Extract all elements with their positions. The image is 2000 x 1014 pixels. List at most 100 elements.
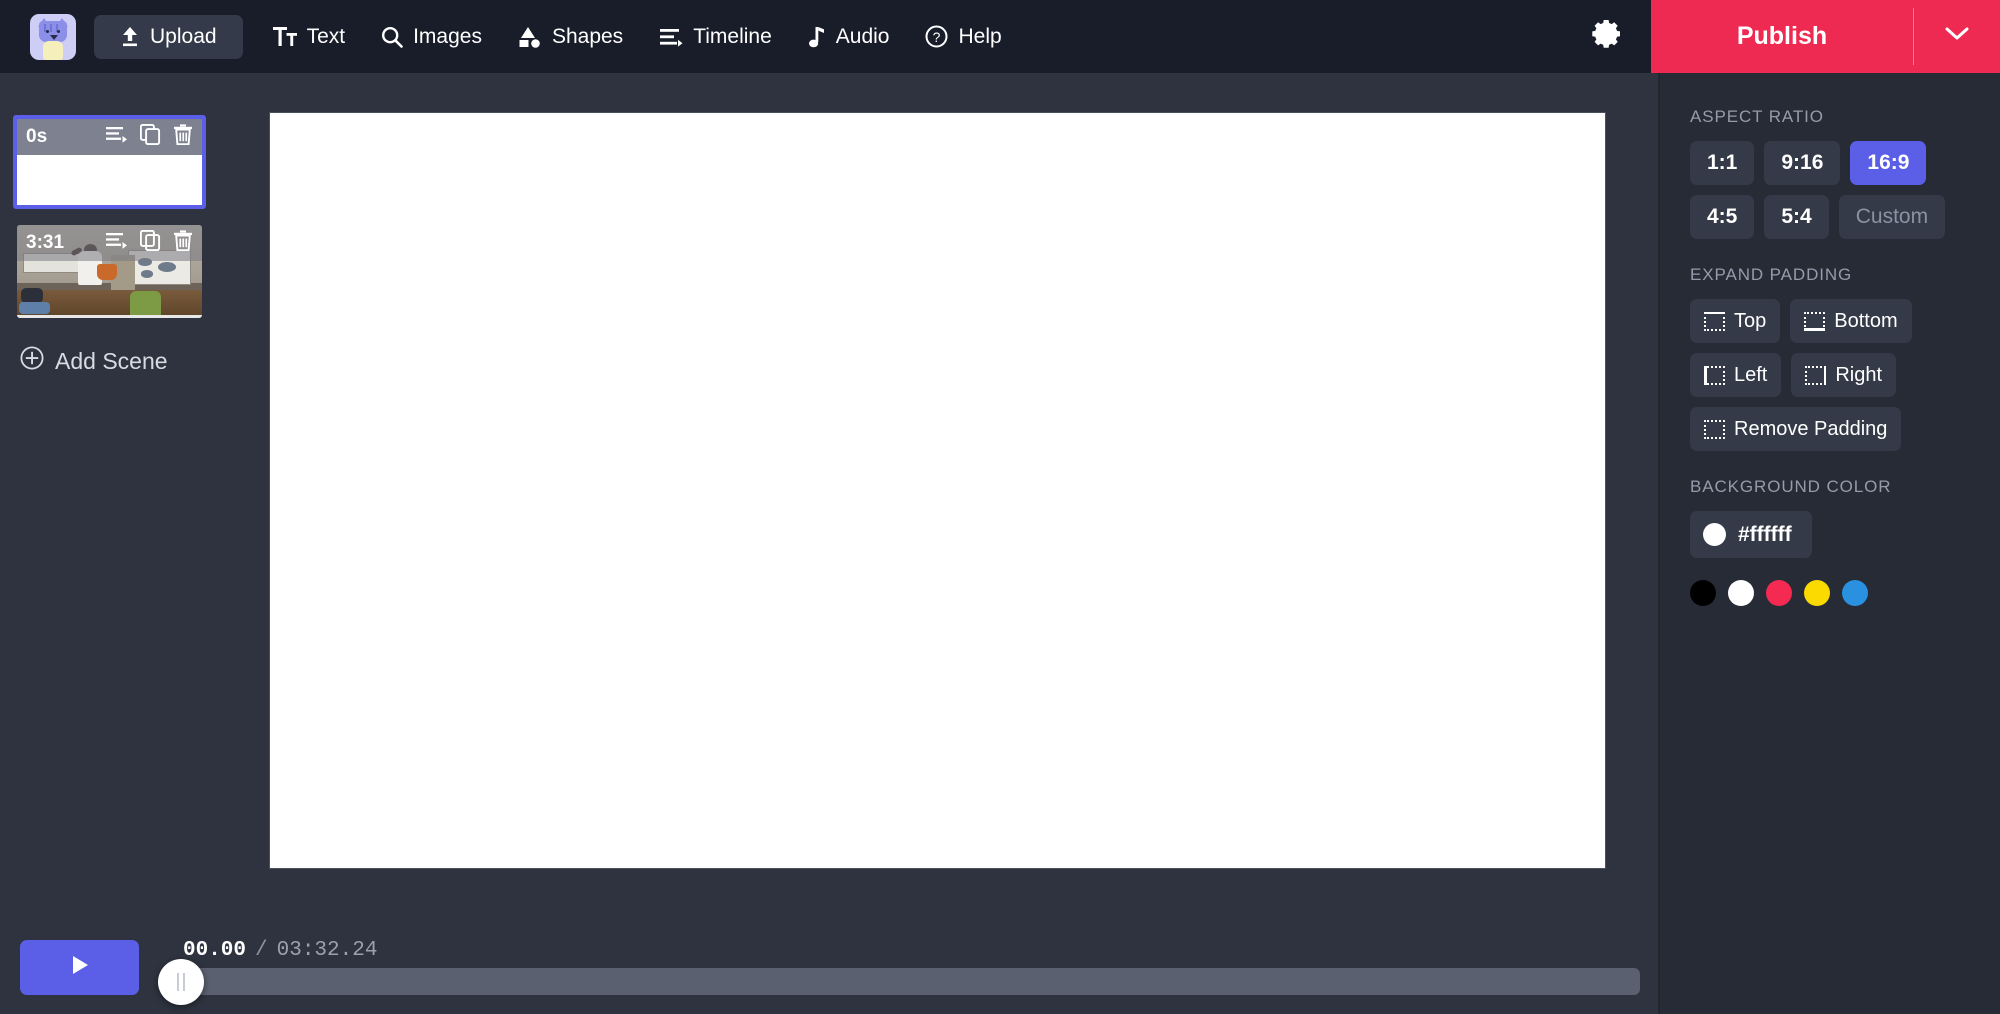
scene-time-label: 3:31 [26,232,64,254]
padding-left-button[interactable]: Left [1690,353,1781,397]
timeline-scrubber-track[interactable] [160,968,1640,995]
padding-bottom-label: Bottom [1834,310,1897,333]
timeline-button[interactable]: Timeline [641,15,790,59]
scene-actions [106,230,193,256]
cat-body [43,41,63,60]
upload-button[interactable]: Upload [94,15,243,59]
upload-icon [120,26,140,48]
text-label: Text [307,25,346,49]
scene-time-label: 0s [26,126,47,148]
gear-icon [1591,18,1623,55]
total-duration: 03:32.24 [277,939,378,962]
images-button[interactable]: Images [363,15,500,59]
top-toolbar: Upload Text Images [0,0,2000,73]
settings-button[interactable] [1563,0,1651,73]
aspect-ratio-4-5[interactable]: 4:5 [1690,195,1754,239]
transition-icon[interactable] [106,232,128,254]
background-color-field[interactable]: #ffffff [1690,511,1812,558]
padding-left-icon [1704,366,1725,385]
handle-grip-line [183,973,185,991]
padding-left-label: Left [1734,364,1767,387]
timeline-label: Timeline [693,25,772,49]
add-scene-label: Add Scene [55,348,168,375]
color-swatch-red[interactable] [1766,580,1792,606]
current-color-swatch [1703,523,1726,546]
plus-circle-icon [20,346,44,376]
cat-nose [50,35,58,40]
aspect-ratio-1-1[interactable]: 1:1 [1690,141,1754,185]
thumb-bag [97,264,117,280]
scene-actions [106,124,193,150]
music-note-icon [808,26,826,48]
aspect-ratio-options: 1:1 9:16 16:9 4:5 5:4 Custom [1690,141,1980,239]
thumb-dark-chair [21,288,43,303]
background-color-label: BACKGROUND COLOR [1690,477,2000,497]
thumb-green-chair [130,291,161,316]
properties-panel: ASPECT RATIO 1:1 9:16 16:9 4:5 5:4 Custo… [1660,73,2000,1014]
color-swatch-blue[interactable] [1842,580,1868,606]
handle-grip-line [177,973,179,991]
help-button[interactable]: ? Help [907,15,1019,59]
color-swatch-white[interactable] [1728,580,1754,606]
cat-eye-left [46,30,49,33]
remove-padding-label: Remove Padding [1734,418,1887,441]
padding-none-icon [1704,420,1725,439]
transition-icon[interactable] [106,126,128,148]
aspect-ratio-label: ASPECT RATIO [1690,107,2000,127]
text-button[interactable]: Text [255,15,364,59]
publish-dropdown-button[interactable] [1914,0,2000,73]
duplicate-icon[interactable] [140,230,161,256]
add-scene-button[interactable]: Add Scene [20,346,168,376]
aspect-ratio-5-4[interactable]: 5:4 [1764,195,1828,239]
padding-right-label: Right [1835,364,1882,387]
play-button[interactable] [20,940,139,995]
aspect-ratio-custom[interactable]: Custom [1839,195,1945,239]
svg-text:?: ? [933,29,941,45]
trash-icon[interactable] [173,230,193,256]
shapes-icon [518,26,542,48]
shapes-label: Shapes [552,25,623,49]
shapes-button[interactable]: Shapes [500,15,641,59]
question-circle-icon: ? [925,25,948,48]
search-icon [381,26,403,48]
timecode-display: 00.00 / 03:32.24 [183,939,377,962]
color-swatch-yellow[interactable] [1804,580,1830,606]
chevron-down-icon [1944,26,1970,47]
padding-right-icon [1805,366,1826,385]
padding-bottom-icon [1804,312,1825,331]
publish-button[interactable]: Publish [1651,0,1913,73]
padding-right-button[interactable]: Right [1791,353,1896,397]
expand-padding-options: Top Bottom Left Right Remove Padding [1690,299,1980,451]
timecode-separator: / [255,939,268,962]
scene-card-2[interactable]: 3:31 [17,225,202,318]
playback-bar: 00.00 / 03:32.24 [0,918,1660,1014]
publish-group: Publish [1651,0,2000,73]
cat-logo-icon[interactable] [30,14,76,60]
duplicate-icon[interactable] [140,124,161,150]
toolbar-right-group: Publish [1563,0,2000,73]
scene-header: 0s [17,119,202,155]
editor-canvas-area [270,73,1660,918]
scenes-sidebar: 0s [0,73,270,1014]
padding-bottom-button[interactable]: Bottom [1790,299,1911,343]
audio-button[interactable]: Audio [790,15,908,59]
scene-thumbnail-blank [17,155,202,205]
padding-top-label: Top [1734,310,1766,333]
background-color-value: #ffffff [1738,523,1792,547]
color-swatch-black[interactable] [1690,580,1716,606]
padding-top-button[interactable]: Top [1690,299,1780,343]
trash-icon[interactable] [173,124,193,150]
remove-padding-button[interactable]: Remove Padding [1690,407,1901,451]
timeline-scrubber-handle[interactable] [158,959,204,1005]
color-swatch-row [1690,580,2000,606]
scene-card-1[interactable]: 0s [13,115,206,209]
padding-top-icon [1704,312,1725,331]
help-label: Help [958,25,1001,49]
text-icon [273,26,297,47]
publish-label: Publish [1737,22,1827,51]
images-label: Images [413,25,482,49]
aspect-ratio-16-9[interactable]: 16:9 [1850,141,1926,185]
aspect-ratio-9-16[interactable]: 9:16 [1764,141,1840,185]
scene-canvas[interactable] [270,113,1605,868]
thumb-cloth [19,302,50,314]
